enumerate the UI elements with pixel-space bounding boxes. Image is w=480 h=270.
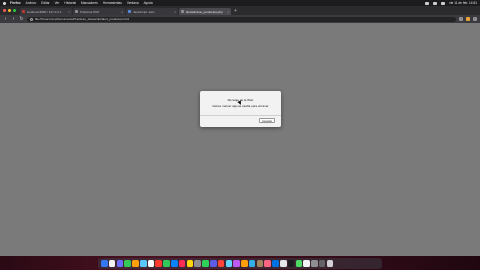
dock-app-icon[interactable] [279, 260, 287, 267]
menu-historial[interactable]: Historial [64, 1, 76, 5]
tab-close-icon[interactable]: × [174, 10, 176, 14]
back-arrow-icon[interactable]: ‹ [3, 16, 8, 22]
dock-app-icon[interactable] [124, 260, 131, 267]
menu-ver[interactable]: Ver [55, 1, 60, 5]
new-tab-icon[interactable]: + [234, 8, 237, 14]
tab-label: Prácticas PHP [80, 9, 100, 14]
dock-app-icon[interactable] [287, 260, 295, 267]
dock-app-icon[interactable] [272, 260, 279, 267]
dock-app-icon[interactable] [171, 260, 178, 267]
page-content: Mensaje de la Web Debes marcar alguna ca… [0, 23, 480, 256]
tab-3[interactable]: JavaScript: alert × [126, 8, 178, 15]
dock-app-icon[interactable] [209, 260, 217, 267]
tab-label: ifov/eliminar_productos.php [186, 9, 223, 14]
menu-editar[interactable]: Editar [41, 1, 49, 5]
dock-app-icon[interactable] [318, 260, 326, 267]
dock-app-icon[interactable] [217, 260, 225, 267]
tab-favicon-icon [22, 10, 25, 13]
minimize-window-icon[interactable] [8, 9, 11, 12]
tab-label: localhost:8080 / 127.0.0.1 [27, 9, 62, 14]
dock-app-icon[interactable] [116, 260, 124, 267]
search-icon[interactable] [441, 1, 446, 5]
dock-app-icon[interactable] [101, 260, 108, 267]
menu-app[interactable]: Firefox [10, 1, 21, 5]
dock-app-icon[interactable] [248, 260, 256, 267]
browser-toolbar: ‹ › ↻ file:///Users/nmp/Documents/Practi… [0, 15, 480, 23]
tab-close-icon[interactable]: × [121, 10, 123, 14]
address-bar[interactable]: file:///Users/nmp/Documents/Practicas_Ja… [27, 16, 456, 22]
dock-app-icon[interactable] [132, 260, 139, 267]
forward-arrow-icon[interactable]: › [11, 16, 16, 22]
dock-app-icon[interactable] [241, 260, 248, 267]
dock-app-icon[interactable] [264, 260, 271, 267]
tab-favicon-icon [75, 10, 78, 13]
menu-ayuda[interactable]: Ayuda [144, 1, 153, 5]
ok-button[interactable]: Aceptar [259, 118, 275, 123]
bookmark-star-icon[interactable] [459, 17, 463, 21]
reload-icon[interactable]: ↻ [19, 16, 24, 22]
alert-dialog: Mensaje de la Web Debes marcar alguna ca… [200, 91, 281, 127]
dock-app-icon[interactable] [194, 260, 201, 267]
dialog-divider [200, 114, 281, 115]
menu-bar-status: vie 11 de feb. 14:51 [425, 1, 477, 5]
zoom-window-icon[interactable] [13, 9, 16, 12]
dock-app-icon[interactable] [233, 260, 240, 267]
dock-app-icon[interactable] [225, 260, 233, 267]
battery-icon[interactable] [433, 1, 438, 5]
dock [98, 258, 382, 269]
tab-4[interactable]: ifov/eliminar_productos.php × [179, 8, 231, 15]
dock-app-icon[interactable] [311, 260, 318, 267]
dock-app-icon[interactable] [108, 260, 116, 267]
tab-strip: localhost:8080 / 127.0.0.1 × Prácticas P… [0, 6, 480, 15]
url-text: file:///Users/nmp/Documents/Practicas_Ja… [35, 17, 130, 21]
wifi-icon[interactable] [425, 1, 430, 5]
dock-app-icon[interactable] [295, 260, 303, 267]
dock-app-icon[interactable] [256, 260, 264, 267]
tab-favicon-icon [181, 10, 184, 13]
tab-1[interactable]: localhost:8080 / 127.0.0.1 × [20, 8, 72, 15]
dock-app-icon[interactable] [202, 260, 209, 267]
dock-app-icon[interactable] [139, 260, 147, 267]
menu-ventana[interactable]: Ventana [127, 1, 139, 5]
menu-archivo[interactable]: Archivo [26, 1, 37, 5]
dock-app-icon[interactable] [155, 260, 163, 267]
menu-marcadores[interactable]: Marcadores [81, 1, 98, 5]
dock-app-icon[interactable] [186, 260, 194, 267]
dock-app-icon[interactable] [147, 260, 155, 267]
tab-favicon-icon [128, 10, 131, 13]
clock-text[interactable]: vie 11 de feb. 14:51 [449, 1, 477, 5]
tab-2[interactable]: Prácticas PHP × [73, 8, 125, 15]
dock-app-icon[interactable] [303, 260, 310, 267]
dock-app-icon[interactable] [163, 260, 170, 267]
close-window-icon[interactable] [3, 9, 6, 12]
tab-close-icon[interactable]: × [227, 10, 229, 14]
site-info-icon[interactable] [30, 17, 33, 21]
dock-app-icon[interactable] [178, 260, 186, 267]
tab-label: JavaScript: alert [133, 9, 155, 14]
menu-herramientas[interactable]: Herramientas [103, 1, 122, 5]
window-controls [3, 9, 16, 12]
apple-icon[interactable] [3, 1, 6, 5]
screen: Firefox Archivo Editar Ver Historial Mar… [0, 0, 480, 270]
dock-app-icon[interactable] [326, 260, 334, 267]
menu-hamburger-icon[interactable] [473, 17, 477, 21]
tab-close-icon[interactable]: × [68, 10, 70, 14]
extension-icon[interactable] [466, 17, 470, 21]
